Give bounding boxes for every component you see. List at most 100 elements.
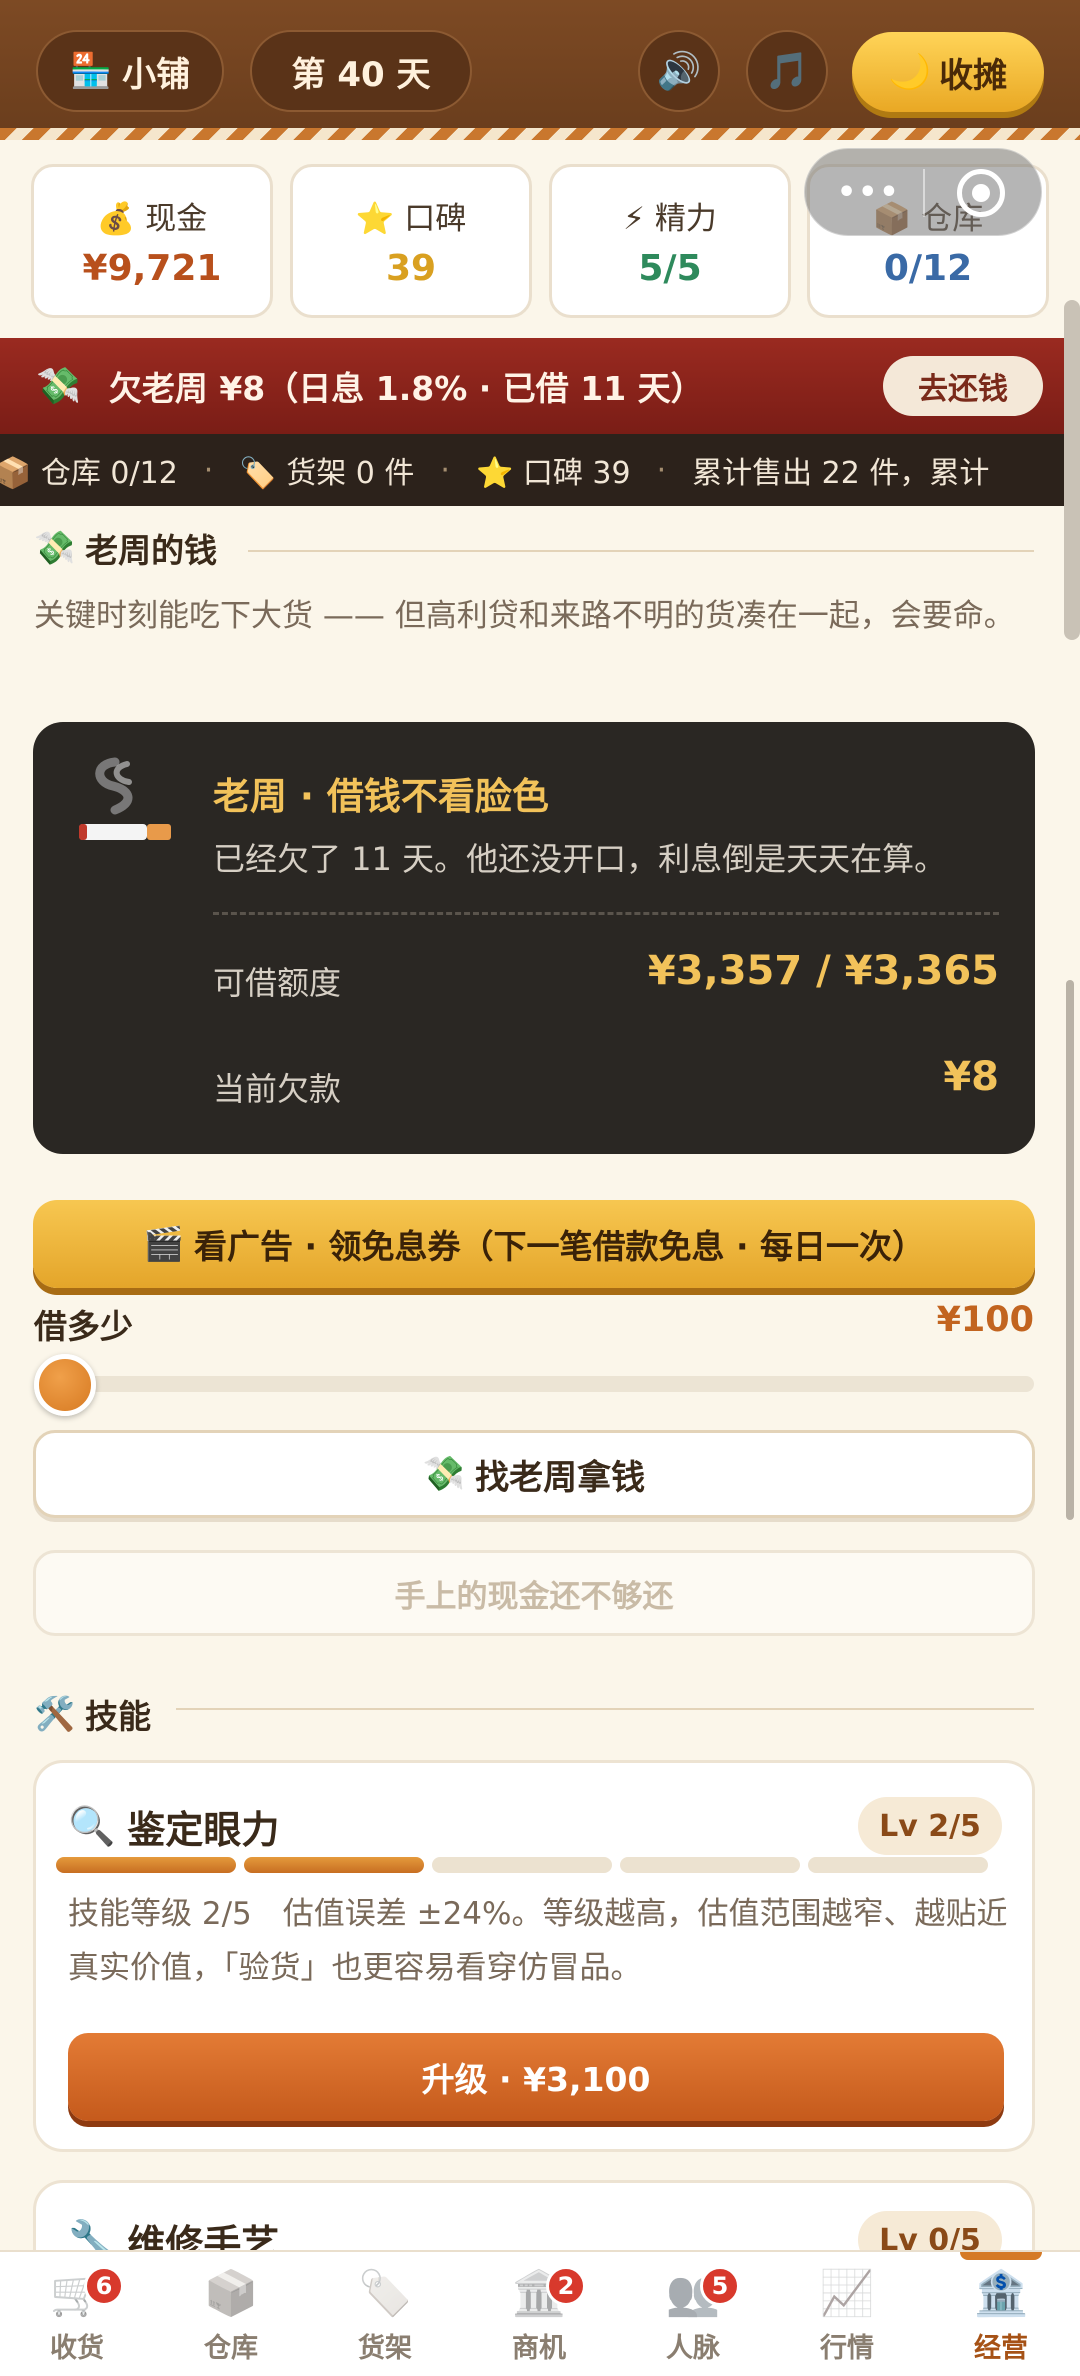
level-segment xyxy=(808,1857,988,1873)
repay-button[interactable]: 去还钱 xyxy=(883,356,1043,416)
level-segment xyxy=(432,1857,612,1873)
money-wings-icon: 💸 xyxy=(422,1454,466,1494)
repay-disabled-button[interactable]: 手上的现金还不够还 xyxy=(33,1550,1035,1636)
watch-ad-button[interactable]: 🎬 看广告 · 领免息券（下一笔借款免息 · 每日一次） xyxy=(33,1200,1035,1288)
stat-value: 39 xyxy=(385,248,437,289)
nav-item-contacts[interactable]: 👥 人脉 5 xyxy=(616,2252,770,2376)
borrow-amount-value: ¥100 xyxy=(936,1300,1034,1340)
borrow-button[interactable]: 💸 找老周拿钱 xyxy=(33,1430,1035,1518)
stat-label: 口碑 xyxy=(404,201,467,237)
stat-card-cash: 💰 现金 ¥9,721 xyxy=(31,164,273,318)
close-shop-button[interactable]: 🌙 收摊 xyxy=(852,32,1044,112)
scrollbar-thumb-top[interactable] xyxy=(1064,300,1080,640)
skills-section-title: 🛠️ 技能 xyxy=(34,1690,151,1738)
star-icon: ⭐ xyxy=(355,201,395,237)
nav-label: 人脉 xyxy=(666,2332,720,2364)
nav-label: 仓库 xyxy=(204,2332,258,2364)
shop-button[interactable]: 🏪 小铺 xyxy=(36,30,224,112)
notification-badge: 5 xyxy=(700,2266,740,2306)
loan-description: 关键时刻能吃下大货 —— 但高利贷和来路不明的货凑在一起，会要命。 xyxy=(34,598,1015,634)
close-circle-icon[interactable] xyxy=(957,169,1005,217)
stat-label: 现金 xyxy=(145,201,208,237)
ticker-item: 🏷️ 货架 0 件 xyxy=(239,456,415,491)
nav-label: 经营 xyxy=(974,2332,1028,2364)
skill-level-badge: Lv 2/5 xyxy=(858,1797,1002,1855)
nav-item-receive[interactable]: 🛒 收货 6 xyxy=(0,2252,154,2376)
capsule-divider xyxy=(923,169,925,217)
ticker-item: 📦 仓库 0/12 xyxy=(0,456,178,491)
music-button[interactable]: 🎵 xyxy=(746,30,828,112)
current-debt-value: ¥8 xyxy=(943,1054,999,1100)
music-note-icon: 🎵 xyxy=(764,51,810,92)
shop-label: 小铺 xyxy=(122,54,191,95)
section-title-text: 技能 xyxy=(85,1697,152,1736)
ad-button-label: 看广告 · 领免息券（下一笔借款免息 · 每日一次） xyxy=(194,1227,926,1266)
nav-label: 行情 xyxy=(820,2332,874,2364)
money-wings-icon: 💸 xyxy=(34,528,76,567)
borrow-button-label: 找老周拿钱 xyxy=(475,1457,646,1498)
lender-card: 老周 · 借钱不看脸色 已经欠了 11 天。他还没开口，利息倒是天天在算。 可借… xyxy=(33,722,1035,1154)
more-icon[interactable]: ••• xyxy=(837,175,901,210)
skill-card-appraisal: 🔍 鉴定眼力 Lv 2/5 技能等级 2/5 估值误差 ±24%。等级越高，估值… xyxy=(33,1760,1035,2152)
money-wings-icon: 💸 xyxy=(36,366,81,407)
awning-stripe xyxy=(0,128,1080,140)
day-label: 第 40 天 xyxy=(291,54,431,95)
bank-icon: 🏦 xyxy=(973,2267,1029,2319)
borrow-amount-label: 借多少 xyxy=(34,1307,133,1346)
chart-up-icon: 📈 xyxy=(819,2267,875,2319)
tag-icon: 🏷️ xyxy=(357,2267,413,2319)
ticker-separator: · xyxy=(656,452,667,488)
box-icon: 📦 xyxy=(203,2267,259,2319)
day-counter: 第 40 天 xyxy=(250,30,472,112)
nav-item-shelf[interactable]: 🏷️ 货架 xyxy=(308,2252,462,2376)
upgrade-button[interactable]: 升级 · ¥3,100 xyxy=(68,2033,1004,2121)
moon-icon: 🌙 xyxy=(888,52,932,92)
section-title-text: 老周的钱 xyxy=(85,531,218,570)
limit-value: ¥3,357 / ¥3,365 xyxy=(647,948,999,994)
limit-label: 可借额度 xyxy=(213,964,342,1002)
close-shop-label: 收摊 xyxy=(939,55,1008,96)
nav-item-business[interactable]: 🏦 经营 xyxy=(924,2252,1078,2376)
nav-item-opportunity[interactable]: 🏛️ 商机 2 xyxy=(462,2252,616,2376)
stat-value: 5/5 xyxy=(638,248,702,289)
loan-section-title: 💸 老周的钱 xyxy=(34,524,217,572)
section-divider xyxy=(176,1708,1034,1710)
debt-text: 欠老周 ¥8（日息 1.8% · 已借 11 天） xyxy=(108,369,704,408)
speaker-icon: 🔊 xyxy=(656,51,702,92)
borrow-slider-handle[interactable] xyxy=(34,1354,96,1416)
notification-badge: 2 xyxy=(546,2266,586,2306)
bottom-nav: 🛒 收货 6 📦 仓库 🏷️ 货架 🏛️ 商机 2 👥 人脉 5 📈 行情 🏦 … xyxy=(0,2250,1080,2376)
lightning-icon: ⚡ xyxy=(623,201,645,237)
tools-icon: 🛠️ xyxy=(34,1694,76,1733)
nav-item-market[interactable]: 📈 行情 xyxy=(770,2252,924,2376)
stat-card-reputation: ⭐ 口碑 39 xyxy=(290,164,532,318)
clapper-icon: 🎬 xyxy=(142,1224,185,1263)
lender-subtitle: 已经欠了 11 天。他还没开口，利息倒是天天在算。 xyxy=(213,840,947,878)
magnifier-icon: 🔍 xyxy=(68,1804,116,1848)
stat-card-energy: ⚡ 精力 5/5 xyxy=(549,164,791,318)
level-segment xyxy=(56,1857,236,1873)
status-ticker: 📦 仓库 0/12 · 🏷️ 货架 0 件 · ⭐ 口碑 39 · 累计售出 2… xyxy=(0,434,1074,506)
nav-label: 商机 xyxy=(512,2332,566,2364)
borrow-slider-track[interactable] xyxy=(34,1376,1034,1392)
ticker-item: 累计售出 22 件，累计 xyxy=(692,456,990,491)
sound-button[interactable]: 🔊 xyxy=(638,30,720,112)
nav-label: 收货 xyxy=(50,2332,104,2364)
lender-title: 老周 · 借钱不看脸色 xyxy=(213,775,549,818)
level-segment xyxy=(244,1857,424,1873)
dashed-divider xyxy=(213,912,999,915)
stat-value: ¥9,721 xyxy=(82,248,222,289)
ticker-item: ⭐ 口碑 39 xyxy=(475,456,631,491)
scrollbar-thumb[interactable] xyxy=(1066,980,1074,1520)
stat-value: 0/12 xyxy=(883,248,973,289)
cigarette-icon xyxy=(79,757,171,840)
stat-label: 精力 xyxy=(654,201,717,237)
ticker-separator: · xyxy=(440,452,450,488)
skill-description: 技能等级 2/5 估值误差 ±24%。等级越高，估值范围越窄、越贴近真实价值，「… xyxy=(68,1896,1008,1986)
mini-program-capsule: ••• xyxy=(804,148,1042,236)
nav-item-warehouse[interactable]: 📦 仓库 xyxy=(154,2252,308,2376)
ticker-separator: · xyxy=(203,452,214,488)
section-divider xyxy=(248,550,1034,552)
current-debt-label: 当前欠款 xyxy=(213,1070,342,1108)
notification-badge: 6 xyxy=(84,2266,124,2306)
